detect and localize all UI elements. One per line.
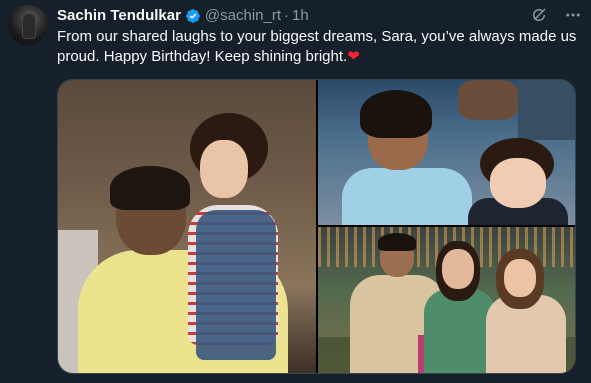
photo-figure — [110, 166, 190, 210]
avatar-figure — [22, 13, 36, 39]
media-photo-3[interactable] — [318, 227, 575, 373]
tweet-timestamp[interactable]: 1h — [292, 6, 309, 26]
photo-background — [518, 80, 575, 140]
tweet-card[interactable]: Sachin Tendulkar @sachin_rt · 1h From ou… — [0, 0, 591, 383]
grok-icon[interactable] — [529, 5, 549, 25]
verified-badge-icon — [185, 8, 201, 24]
tweet-text: From our shared laughs to your biggest d… — [57, 27, 577, 67]
photo-figure — [200, 140, 248, 198]
photo-figure — [458, 80, 518, 120]
photo-figure — [442, 249, 474, 289]
photo-figure — [342, 168, 472, 225]
photo-figure — [378, 233, 416, 251]
tweet-body: From our shared laughs to your biggest d… — [57, 28, 577, 65]
header-actions — [529, 5, 583, 25]
media-photo-1[interactable] — [58, 80, 316, 373]
author-name[interactable]: Sachin Tendulkar — [57, 6, 181, 26]
photo-figure — [504, 259, 536, 297]
more-options-icon[interactable] — [563, 5, 583, 25]
header-separator: · — [284, 7, 290, 24]
tweet-header: Sachin Tendulkar @sachin_rt · 1h — [57, 6, 581, 26]
tweet-media-grid — [57, 79, 576, 374]
photo-figure — [360, 90, 432, 138]
photo-figure — [196, 210, 276, 360]
heart-emoji: ❤ — [347, 48, 360, 65]
photo-figure — [490, 158, 546, 208]
author-avatar[interactable] — [8, 5, 48, 45]
author-handle[interactable]: @sachin_rt — [205, 6, 281, 26]
media-photo-2[interactable] — [318, 80, 575, 225]
